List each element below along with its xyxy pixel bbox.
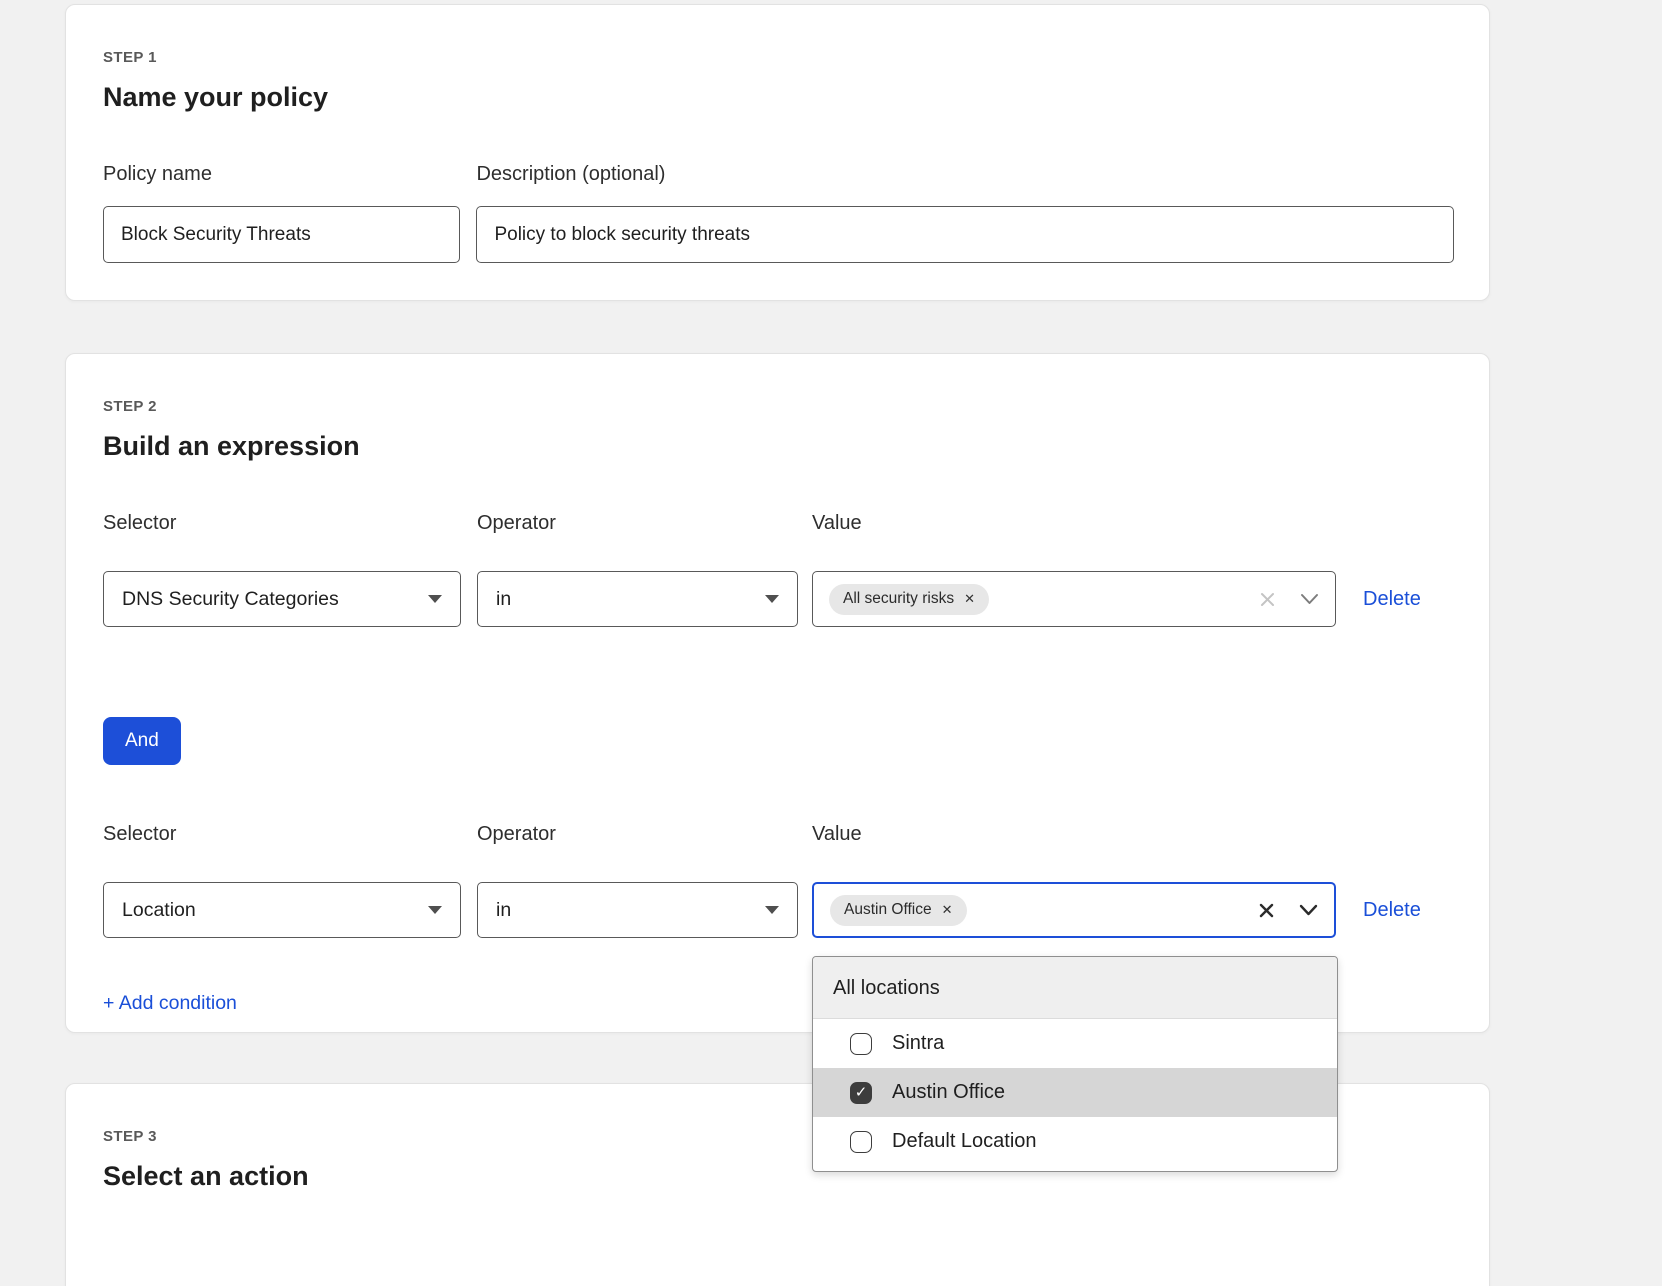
operator-value: in: [496, 588, 511, 611]
step2-card: STEP 2 Build an expression Selector Oper…: [65, 353, 1490, 1033]
step2-label: STEP 2: [103, 398, 1454, 415]
value-field-icons: [1258, 902, 1318, 919]
operator-dropdown[interactable]: in: [477, 882, 798, 938]
chevron-down-icon: [428, 906, 442, 914]
value-column-label: Value: [812, 823, 1336, 846]
chevron-down-icon: [428, 595, 442, 603]
selector-column-label: Selector: [103, 512, 461, 535]
dropdown-option-label: Default Location: [892, 1130, 1037, 1153]
checkbox[interactable]: ✓: [850, 1131, 872, 1153]
value-multiselect[interactable]: Austin Office ✕: [812, 882, 1336, 938]
dropdown-option[interactable]: ✓ Austin Office: [813, 1068, 1337, 1117]
chevron-down-icon: [765, 906, 779, 914]
description-label: Description (optional): [476, 163, 1454, 186]
policy-name-input[interactable]: [103, 206, 460, 263]
value-field-icons: [1259, 591, 1319, 608]
step1-form-row: Policy name Description (optional): [103, 163, 1454, 263]
checkbox[interactable]: ✓: [850, 1082, 872, 1104]
clear-icon[interactable]: [1259, 591, 1276, 608]
operator-column-label: Operator: [477, 823, 798, 846]
policy-name-label: Policy name: [103, 163, 460, 186]
and-button[interactable]: And: [103, 717, 181, 765]
dropdown-option[interactable]: ✓ Sintra: [813, 1019, 1337, 1068]
selector-value: DNS Security Categories: [122, 588, 339, 611]
step2-title: Build an expression: [103, 431, 1454, 462]
dropdown-group-header[interactable]: All locations: [813, 957, 1337, 1019]
step1-card: STEP 1 Name your policy Policy name Desc…: [65, 4, 1490, 301]
dropdown-option[interactable]: ✓ Default Location: [813, 1117, 1337, 1166]
value-tag-label: Austin Office: [844, 901, 932, 919]
selector-dropdown[interactable]: Location: [103, 882, 461, 938]
operator-value: in: [496, 899, 511, 922]
remove-tag-icon[interactable]: ✕: [942, 902, 953, 918]
chevron-down-icon[interactable]: [1300, 593, 1319, 605]
dropdown-option-label: Austin Office: [892, 1081, 1005, 1104]
dropdown-option-label: Sintra: [892, 1032, 944, 1055]
selector-value: Location: [122, 899, 196, 922]
value-tag: All security risks ✕: [829, 584, 989, 615]
remove-tag-icon[interactable]: ✕: [964, 591, 975, 607]
expression-row: DNS Security Categories in All security …: [103, 571, 1454, 627]
expression-column-labels: Selector Operator Value: [103, 512, 1454, 555]
expression-column-labels: Selector Operator Value: [103, 823, 1454, 866]
step1-label: STEP 1: [103, 49, 1454, 66]
expression-row: Location in Austin Office ✕: [103, 882, 1454, 938]
selector-dropdown[interactable]: DNS Security Categories: [103, 571, 461, 627]
checkbox[interactable]: ✓: [850, 1033, 872, 1055]
description-input[interactable]: [476, 206, 1454, 263]
clear-icon[interactable]: [1258, 902, 1275, 919]
delete-row-link[interactable]: Delete: [1363, 899, 1421, 922]
value-multiselect[interactable]: All security risks ✕: [812, 571, 1336, 627]
value-tag-label: All security risks: [843, 590, 954, 608]
policy-name-field: Policy name: [103, 163, 460, 263]
policy-builder-page: STEP 1 Name your policy Policy name Desc…: [0, 4, 1662, 1286]
chevron-down-icon[interactable]: [1299, 904, 1318, 916]
checkmark-icon: ✓: [855, 1085, 868, 1100]
value-column-label: Value: [812, 512, 1336, 535]
step1-title: Name your policy: [103, 82, 1454, 113]
selector-column-label: Selector: [103, 823, 461, 846]
description-field: Description (optional): [476, 163, 1454, 263]
operator-column-label: Operator: [477, 512, 798, 535]
operator-dropdown[interactable]: in: [477, 571, 798, 627]
add-condition-link[interactable]: + Add condition: [103, 992, 237, 1015]
chevron-down-icon: [765, 595, 779, 603]
value-options-dropdown: All locations ✓ Sintra ✓ Austin Office: [812, 956, 1338, 1172]
value-tag: Austin Office ✕: [830, 895, 967, 926]
delete-row-link[interactable]: Delete: [1363, 588, 1421, 611]
